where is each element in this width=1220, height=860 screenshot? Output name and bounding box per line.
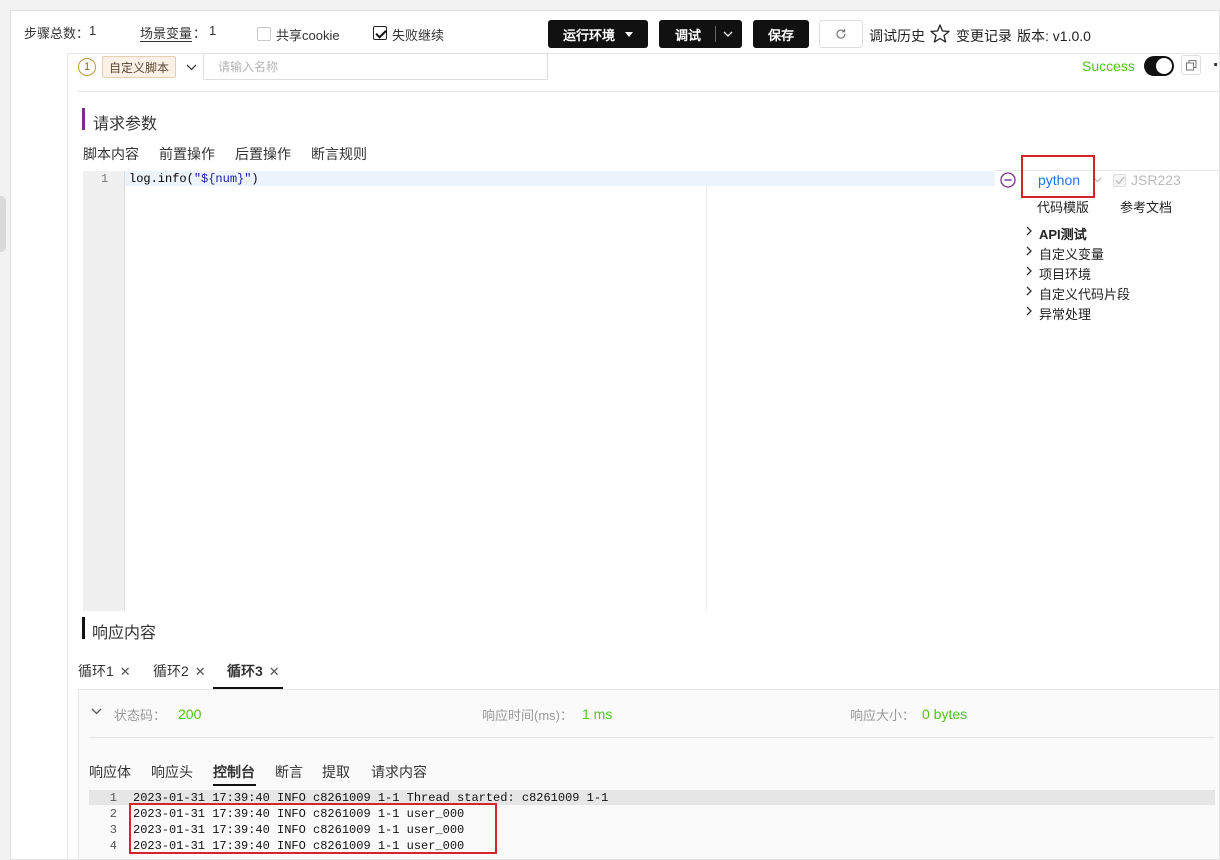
debug-label: 调试 — [675, 27, 702, 43]
tab-loop-1[interactable]: 循环1 ✕ — [78, 661, 131, 681]
check-icon — [1115, 176, 1125, 185]
scene-variables-value: 1 — [209, 23, 217, 38]
copy-icon — [1185, 59, 1196, 70]
chevron-right-icon — [1026, 266, 1032, 276]
close-icon[interactable]: ✕ — [120, 664, 131, 679]
chevron-right-icon — [1026, 306, 1032, 316]
console-line-number: 2 — [109, 807, 117, 821]
console-line-number: 4 — [109, 839, 117, 853]
code-string: "${num}" — [193, 172, 252, 186]
step-type-label: 自定义脚本 — [109, 60, 170, 75]
highlight-box — [1021, 155, 1095, 198]
fail-continue-label: 失败继续 — [392, 28, 445, 43]
code-editor-gutter — [83, 171, 125, 611]
tab-script-content[interactable]: 脚本内容 — [83, 144, 139, 164]
code-line-number: 1 — [101, 172, 109, 186]
response-time-label: 响应时间(ms)： — [482, 708, 573, 723]
chevron-right-icon — [1026, 286, 1032, 296]
step-type-tag: 自定义脚本 — [102, 56, 177, 78]
share-cookie-checkbox[interactable] — [257, 27, 271, 41]
status-code-label: 状态码： — [114, 708, 167, 723]
tab-response-body[interactable]: 响应体 — [89, 762, 131, 782]
tab-response-headers[interactable]: 响应头 — [151, 762, 193, 782]
section-accent-bar — [82, 617, 85, 639]
debug-split-divider — [715, 26, 716, 42]
tab-loop-3[interactable]: 循环3 ✕ — [227, 661, 280, 681]
reference-docs-link[interactable]: 参考文档 — [1120, 197, 1172, 216]
editor-print-margin — [706, 186, 707, 611]
console-line-number: 3 — [109, 823, 117, 837]
loop-tab-label: 循环2 — [153, 663, 189, 679]
copy-step-button[interactable] — [1181, 55, 1201, 75]
tab-console[interactable]: 控制台 — [213, 762, 255, 782]
scenario-panel: 步骤总数： 1 场景变量 ： 1 共享cookie 失败继续 运行环境 调试 保… — [10, 10, 1220, 860]
tab-request-content[interactable]: 请求内容 — [371, 762, 427, 782]
step-index-badge: 1 — [78, 58, 96, 76]
close-icon[interactable]: ✕ — [269, 664, 280, 679]
section-accent-bar — [82, 108, 85, 130]
save-label: 保存 — [767, 27, 794, 43]
tab-loop-2[interactable]: 循环2 ✕ — [153, 661, 206, 681]
more-options-icon[interactable]: ⋯ — [1213, 55, 1219, 75]
step-count-label: 步骤总数： — [24, 26, 90, 41]
response-title: 响应内容 — [92, 625, 157, 642]
step-status-text: Success — [1082, 58, 1135, 74]
debug-history-link[interactable]: 调试历史 — [869, 26, 925, 46]
code-line[interactable]: log.info("${num}") — [129, 172, 259, 186]
response-size-value: 0 bytes — [922, 706, 968, 722]
scene-variables-sep: ： — [193, 26, 207, 41]
chevron-right-icon — [1026, 246, 1032, 256]
close-icon[interactable]: ✕ — [195, 664, 206, 679]
share-cookie-label: 共享cookie — [276, 28, 340, 43]
status-code-value: 200 — [178, 706, 202, 722]
version-label: 版本: v1.0.0 — [1017, 28, 1091, 44]
step-header-divider — [78, 91, 1219, 92]
change-log-link[interactable]: 变更记录 — [956, 26, 1012, 46]
run-environment-button[interactable]: 运行环境 — [548, 20, 648, 48]
step-guide-line — [67, 53, 68, 859]
console-line-number: 1 — [109, 791, 117, 805]
code-text: ) — [251, 172, 259, 186]
tree-item-label: 自定义代码片段 — [1039, 287, 1131, 302]
highlight-box — [129, 803, 497, 854]
active-tab-underline — [213, 784, 256, 786]
response-meta-divider — [89, 737, 1215, 738]
tree-item-label: API测试 — [1039, 227, 1087, 242]
save-button[interactable]: 保存 — [753, 20, 809, 48]
chevron-right-icon — [1026, 226, 1032, 236]
response-size-label: 响应大小： — [850, 708, 916, 723]
tab-post-operations[interactable]: 后置操作 — [235, 144, 291, 164]
collapse-minus-icon[interactable] — [1000, 172, 1016, 188]
refresh-icon — [836, 29, 846, 39]
loop-tab-label: 循环3 — [227, 663, 263, 679]
tree-item-label: 自定义变量 — [1039, 247, 1105, 262]
step-index-text: 1 — [83, 61, 91, 73]
chevron-down-icon[interactable] — [186, 64, 197, 71]
tree-item-label: 异常处理 — [1039, 307, 1092, 322]
chevron-down-icon[interactable] — [723, 31, 733, 37]
star-icon[interactable] — [930, 24, 950, 43]
sidebar-collapse-handle[interactable] — [0, 196, 6, 252]
run-environment-label: 运行环境 — [562, 27, 615, 43]
fail-continue-checkbox[interactable] — [373, 26, 387, 40]
tab-assertion-rules[interactable]: 断言规则 — [311, 144, 367, 164]
tab-extract[interactable]: 提取 — [322, 762, 350, 782]
tab-pre-operations[interactable]: 前置操作 — [159, 144, 215, 164]
loop-tab-label: 循环1 — [78, 663, 114, 679]
scene-variables-link[interactable]: 场景变量 — [140, 23, 192, 42]
code-text: log.info( — [129, 172, 194, 186]
step-name-input[interactable] — [203, 53, 548, 80]
chevron-down-icon[interactable] — [91, 708, 102, 715]
request-params-title: 请求参数 — [93, 116, 158, 133]
refresh-button[interactable] — [819, 20, 863, 48]
jsr223-label: JSR223 — [1131, 172, 1181, 188]
tree-item-label: 项目环境 — [1039, 267, 1092, 282]
response-time-value: 1 ms — [582, 706, 613, 722]
tab-assertions[interactable]: 断言 — [275, 762, 303, 782]
step-count-value: 1 — [89, 23, 97, 38]
code-template-link[interactable]: 代码模版 — [1037, 197, 1089, 216]
caret-down-icon — [625, 31, 633, 37]
step-enable-toggle[interactable] — [1144, 56, 1174, 76]
